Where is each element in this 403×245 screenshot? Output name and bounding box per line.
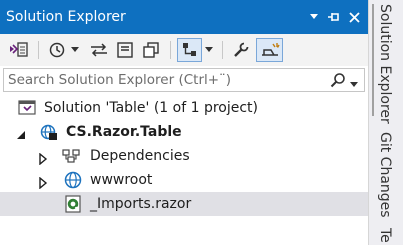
tab-team-explorer[interactable]: Te xyxy=(375,228,395,243)
tree-item-wwwroot[interactable]: wwwroot xyxy=(0,168,368,192)
toolbar-separator xyxy=(38,41,39,59)
dependencies-icon xyxy=(62,147,80,165)
close-icon[interactable] xyxy=(346,8,362,26)
view-options-icon[interactable] xyxy=(177,38,202,62)
solution-explorer-panel: Solution Explorer Search Solution Explor… xyxy=(0,0,368,245)
collapse-all-icon[interactable] xyxy=(114,38,136,62)
panel-title: Solution Explorer xyxy=(6,9,126,25)
search-box[interactable] xyxy=(3,68,365,92)
search-input[interactable] xyxy=(8,71,308,89)
wwwroot-label: wwwroot xyxy=(90,172,153,188)
history-dropdown-icon[interactable] xyxy=(70,38,80,62)
side-tab-strip: Solution Explorer Git Changes Te xyxy=(368,0,403,245)
expanded-arrow-icon[interactable] xyxy=(16,126,26,139)
toolbar-separator xyxy=(222,41,223,59)
preview-selected-items-icon[interactable] xyxy=(256,38,283,62)
tree-item-project[interactable]: CS.Razor.Table xyxy=(0,120,368,144)
panel-titlebar: Solution Explorer xyxy=(0,0,368,34)
collapsed-arrow-icon[interactable] xyxy=(38,150,48,166)
sync-icon[interactable] xyxy=(88,38,110,62)
history-icon[interactable] xyxy=(46,38,68,62)
view-options-dropdown-icon[interactable] xyxy=(204,38,214,62)
razor-file-icon xyxy=(64,195,82,213)
switch-views-icon[interactable] xyxy=(8,38,30,62)
dependencies-label: Dependencies xyxy=(90,148,190,164)
search-controls xyxy=(330,72,358,92)
tree-item-solution[interactable]: Solution 'Table' (1 of 1 project) xyxy=(0,96,368,120)
tree-item-dependencies[interactable]: Dependencies xyxy=(0,144,368,168)
tab-git-changes[interactable]: Git Changes xyxy=(375,132,395,218)
csharp-web-project-icon xyxy=(40,123,58,141)
solution-label: Solution 'Table' (1 of 1 project) xyxy=(44,100,259,116)
search-options-dropdown-icon[interactable] xyxy=(350,73,358,92)
tree-item-imports[interactable]: _Imports.razor xyxy=(0,192,368,216)
tab-solution-explorer[interactable]: Solution Explorer xyxy=(375,4,395,124)
properties-wrench-icon[interactable] xyxy=(230,38,252,62)
globe-icon xyxy=(64,171,82,189)
project-label: CS.Razor.Table xyxy=(66,124,182,140)
search-icon[interactable] xyxy=(330,72,346,92)
window-position-dropdown-icon[interactable] xyxy=(306,8,322,26)
imports-label: _Imports.razor xyxy=(90,196,192,212)
toolbar xyxy=(0,34,368,66)
show-all-files-icon[interactable] xyxy=(140,38,162,62)
collapsed-arrow-icon[interactable] xyxy=(38,174,48,190)
solution-icon xyxy=(18,99,36,117)
active-tab-indicator xyxy=(372,4,374,116)
pin-icon[interactable] xyxy=(326,8,342,26)
toolbar-separator xyxy=(170,41,171,59)
